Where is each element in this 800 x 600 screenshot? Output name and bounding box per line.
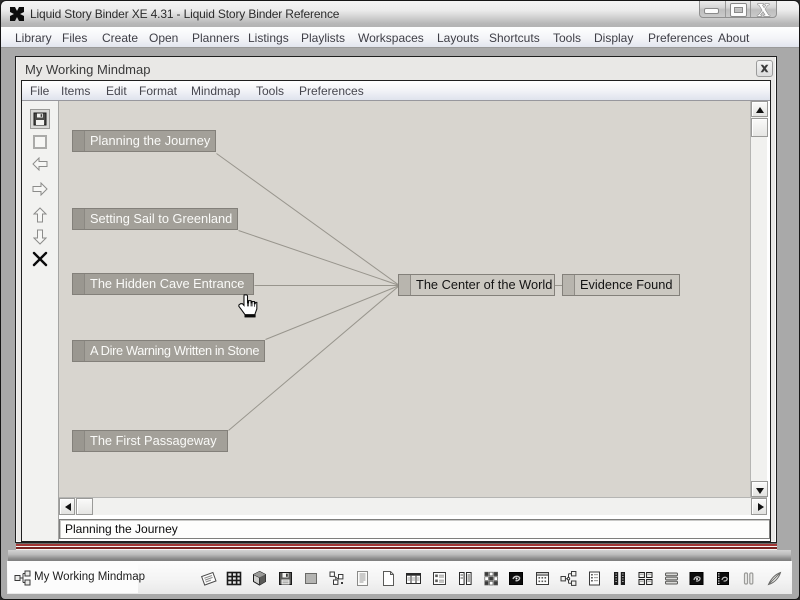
svg-text:X: X [757,1,770,19]
